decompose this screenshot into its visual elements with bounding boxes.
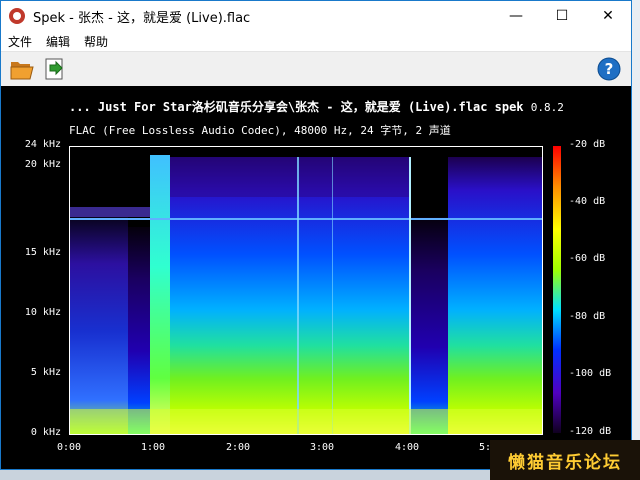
freq-tick: 10 kHz (24, 307, 61, 318)
title-bar[interactable]: Spek - 张杰 - 这，就是爱 (Live).flac — ☐ ✕ (1, 1, 631, 31)
time-tick: 3:00 (309, 442, 335, 453)
help-button[interactable]: ? (597, 57, 621, 81)
maximize-button[interactable]: ☐ (539, 1, 585, 31)
open-folder-icon (10, 62, 34, 80)
save-image-icon (45, 58, 63, 80)
menu-bar: 文件 编辑 帮助 (1, 31, 631, 52)
db-tick: -60 dB (569, 253, 606, 264)
db-tick: -40 dB (569, 196, 606, 207)
file-path-label: ... Just For Star洛杉矶音乐分享会\张杰 - 这，就是爱 (Li… (69, 100, 524, 114)
time-tick: 1:00 (140, 442, 166, 453)
maximize-icon: ☐ (555, 8, 569, 24)
spectrogram-plot (69, 146, 543, 435)
open-file-button[interactable] (9, 56, 35, 82)
version-label: 0.8.2 (530, 101, 564, 114)
db-tick: -20 dB (569, 139, 606, 150)
svg-text:?: ? (605, 60, 614, 78)
time-tick: 0:00 (56, 442, 82, 453)
freq-tick: 5 kHz (30, 367, 61, 378)
help-icon: ? (597, 57, 621, 81)
close-button[interactable]: ✕ (585, 1, 631, 31)
spek-window: Spek - 张杰 - 这，就是爱 (Live).flac — ☐ ✕ 文件 编… (0, 0, 632, 470)
spectrogram-heading: ... Just For Star洛杉矶音乐分享会\张杰 - 这，就是爱 (Li… (69, 98, 564, 115)
close-icon: ✕ (602, 8, 614, 24)
minimize-icon: — (509, 8, 523, 24)
minimize-button[interactable]: — (493, 1, 539, 31)
freq-tick: 15 kHz (24, 247, 61, 258)
menu-file[interactable]: 文件 (1, 33, 39, 50)
window-title: Spek - 张杰 - 这，就是爱 (Live).flac (33, 10, 251, 26)
spek-app-icon (9, 8, 25, 24)
db-tick: -120 dB (569, 426, 612, 437)
time-tick: 2:00 (225, 442, 251, 453)
menu-edit[interactable]: 编辑 (39, 33, 77, 50)
time-tick: 4:00 (394, 442, 420, 453)
menu-help[interactable]: 帮助 (77, 33, 115, 50)
spectrogram-image (70, 147, 542, 434)
db-tick: -80 dB (569, 311, 606, 322)
audio-info: FLAC (Free Lossless Audio Codec), 48000 … (69, 124, 451, 137)
freq-tick: 20 kHz (24, 159, 61, 170)
freq-tick: 0 kHz (30, 427, 61, 438)
save-image-button[interactable] (43, 56, 69, 82)
toolbar: ? (1, 52, 631, 86)
spectrogram-area: ... Just For Star洛杉矶音乐分享会\张杰 - 这，就是爱 (Li… (1, 86, 631, 469)
freq-tick: 24 kHz (24, 139, 61, 150)
forum-watermark: 懒猫音乐论坛 (490, 440, 640, 480)
db-color-scale (553, 146, 561, 433)
db-tick: -100 dB (569, 368, 612, 379)
